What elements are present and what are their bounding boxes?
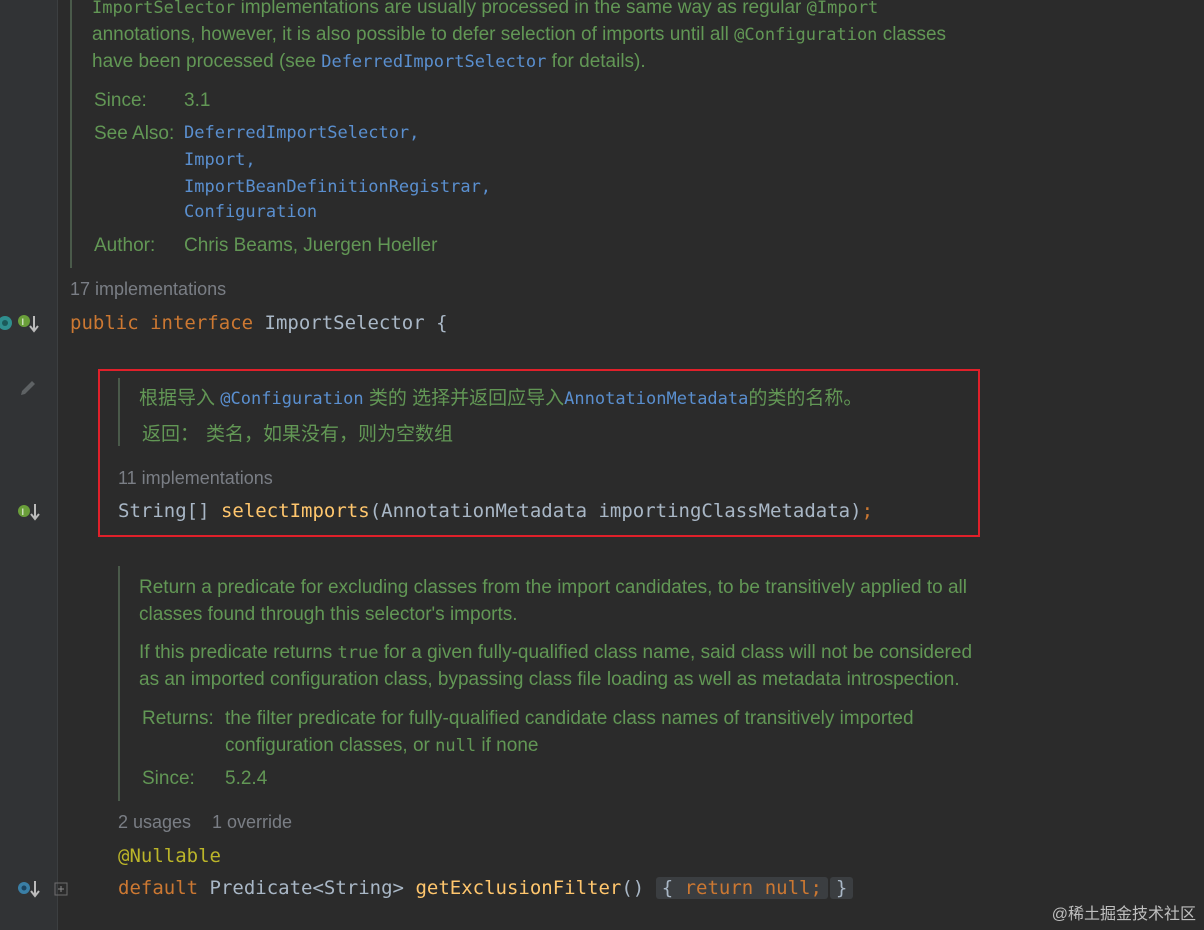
method-doc-line: 根据导入 @Configuration 类的 选择并返回应导入Annotatio… [139, 388, 863, 409]
see-also-link[interactable]: DeferredImportSelector, [184, 120, 419, 147]
doc-line: Return a predicate for excluding classes… [139, 577, 967, 598]
doc-bar [70, 0, 72, 268]
fold-toggle-icon[interactable] [54, 882, 68, 901]
returns-label: 返回： [142, 424, 200, 445]
doc-bar [118, 566, 120, 801]
doc-line: classes found through this selector's im… [139, 604, 518, 625]
select-imports-declaration: String[] selectImports(AnnotationMetadat… [118, 500, 874, 522]
editor-gutter [0, 0, 58, 930]
doc-line: ImportSelector implementations are usual… [92, 0, 879, 18]
implemented-method-icon[interactable]: I [16, 501, 42, 528]
configuration-link[interactable]: @Configuration [220, 389, 363, 409]
doc-line: as an imported configuration class, bypa… [139, 669, 960, 690]
since-value: 3.1 [184, 90, 211, 111]
deferred-import-selector-link[interactable]: DeferredImportSelector [321, 52, 546, 72]
since-label: Since: [142, 768, 195, 789]
pencil-icon[interactable] [18, 378, 38, 403]
returns-value: configuration classes, or null if none [225, 735, 539, 756]
returns-label: Returns: [142, 708, 214, 729]
usages-hint[interactable]: 2 usages [118, 812, 191, 833]
doc-line: If this predicate returns true for a giv… [139, 642, 973, 663]
see-also-link[interactable]: Import, [184, 147, 256, 174]
svg-text:I: I [22, 508, 25, 518]
see-also-label: See Also: [94, 123, 175, 144]
returns-value: the filter predicate for fully-qualified… [225, 708, 914, 729]
get-exclusion-filter-declaration: default Predicate<String> getExclusionFi… [118, 875, 854, 902]
implementations-hint[interactable]: 17 implementations [70, 279, 226, 300]
nullable-annotation: @Nullable [118, 845, 221, 867]
doc-bar [118, 378, 120, 446]
override-hint[interactable]: 1 override [212, 812, 292, 833]
interface-declaration: public interface ImportSelector { [70, 312, 448, 334]
see-also-link[interactable]: Configuration [184, 199, 317, 226]
watermark: @稀土掘金技术社区 [1051, 906, 1196, 923]
implemented-gutter-icon[interactable]: I [0, 312, 42, 341]
since-label: Since: [94, 90, 147, 111]
doc-line: annotations, however, it is also possibl… [92, 24, 947, 45]
returns-value: 类名，如果没有，则为空数组 [206, 424, 454, 445]
author-value: Chris Beams, Juergen Hoeller [184, 235, 438, 256]
gutter-divider [57, 0, 58, 930]
implementations-hint[interactable]: 11 implementations [118, 468, 273, 489]
since-value: 5.2.4 [225, 768, 268, 789]
see-also-link[interactable]: ImportBeanDefinitionRegistrar, [184, 174, 491, 201]
author-label: Author: [94, 235, 156, 256]
svg-text:I: I [22, 318, 25, 328]
overridden-method-icon[interactable] [16, 878, 42, 905]
annotation-metadata-link[interactable]: AnnotationMetadata [564, 389, 748, 409]
doc-line: have been processed (see DeferredImportS… [92, 51, 646, 72]
